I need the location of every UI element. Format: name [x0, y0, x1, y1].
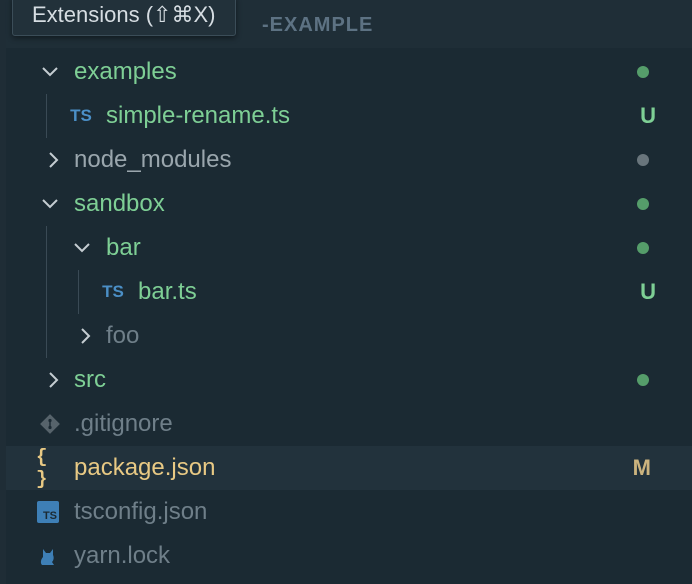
- chevron-down-icon[interactable]: [72, 238, 92, 258]
- tree-item-label: .gitignore: [74, 410, 173, 437]
- tree-item-label: foo: [106, 322, 140, 349]
- tree-item-yarn-lock[interactable]: yarn.lock: [6, 534, 692, 578]
- extensions-tooltip: Extensions (⇧⌘X): [12, 0, 236, 36]
- tree-item-label: package.json: [74, 454, 216, 481]
- tree-item-label: tsconfig.json: [74, 498, 208, 525]
- chevron-right-icon[interactable]: [44, 150, 64, 170]
- tree-item-label: sandbox: [74, 190, 165, 217]
- git-status-badge: M: [632, 455, 651, 480]
- tree-item-sandbox[interactable]: sandbox: [6, 182, 692, 226]
- tree-item-simple-rename-ts[interactable]: TS simple-rename.ts U: [6, 94, 692, 138]
- git-status-dot: [637, 154, 649, 166]
- tree-item-examples[interactable]: examples: [6, 50, 692, 94]
- git-status-dot: [637, 374, 649, 386]
- tree-item-label: bar.ts: [138, 278, 197, 305]
- git-file-icon: [38, 412, 62, 436]
- tree-item-bar-ts[interactable]: TS bar.ts U: [6, 270, 692, 314]
- typescript-file-icon: TS: [102, 282, 124, 301]
- git-status-dot: [637, 66, 649, 78]
- json-file-icon: { }: [36, 446, 47, 490]
- tree-item-label: node_modules: [74, 146, 232, 173]
- tree-item-bar-folder[interactable]: bar: [6, 226, 692, 270]
- git-status-dot: [637, 242, 649, 254]
- tree-item-node-modules[interactable]: node_modules: [6, 138, 692, 182]
- tree-item-label: bar: [106, 234, 141, 261]
- tree-item-gitignore[interactable]: .gitignore: [6, 402, 692, 446]
- tree-item-src[interactable]: src: [6, 358, 692, 402]
- explorer-panel: -EXAMPLE Extensions (⇧⌘X) examples TS si…: [0, 0, 692, 584]
- chevron-right-icon[interactable]: [76, 326, 96, 346]
- git-status-badge: U: [640, 103, 656, 128]
- chevron-down-icon[interactable]: [40, 62, 60, 82]
- chevron-right-icon[interactable]: [44, 370, 64, 390]
- tree-item-foo[interactable]: foo: [6, 314, 692, 358]
- typescript-file-icon: TS: [70, 106, 92, 125]
- yarn-cat-icon: [36, 544, 60, 568]
- tsconfig-file-icon: TS: [36, 500, 60, 524]
- chevron-down-icon[interactable]: [40, 194, 60, 214]
- tree-item-label: src: [74, 366, 106, 393]
- tree-item-package-json[interactable]: { } package.json M: [6, 446, 692, 490]
- git-status-dot: [637, 198, 649, 210]
- tree-item-label: simple-rename.ts: [106, 102, 291, 129]
- section-title: -EXAMPLE: [262, 14, 374, 36]
- tree-item-label: yarn.lock: [74, 542, 171, 569]
- git-status-badge: U: [640, 279, 656, 304]
- file-tree: examples TS simple-rename.ts U node_modu…: [6, 50, 692, 578]
- tree-item-label: examples: [74, 58, 177, 85]
- tree-item-tsconfig-json[interactable]: TS tsconfig.json: [6, 490, 692, 534]
